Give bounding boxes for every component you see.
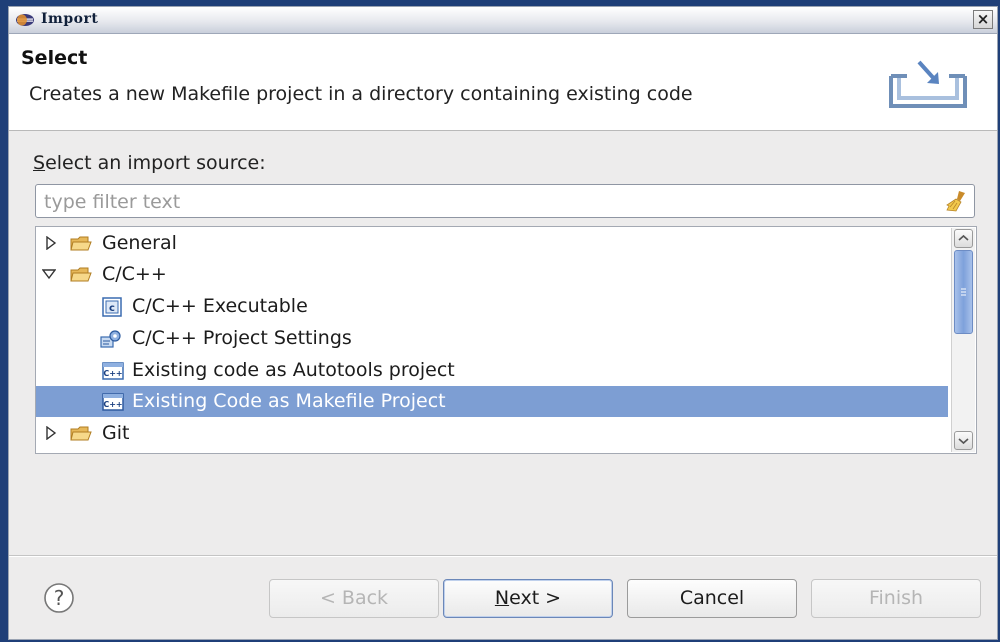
scroll-thumb[interactable]: [954, 250, 973, 334]
import-source-tree[interactable]: General C/C++ c C/C++ Executable C/C++ P…: [35, 226, 977, 454]
import-wizard-icon: [889, 60, 967, 108]
eclipse-icon: [16, 14, 34, 26]
svg-text:c: c: [109, 303, 115, 314]
window-title: Import: [41, 11, 99, 27]
expand-arrow-icon[interactable]: [44, 236, 58, 250]
button-bar-separator: [9, 555, 997, 557]
tree-item-cpp[interactable]: C/C++: [36, 259, 948, 290]
cancel-button[interactable]: Cancel: [627, 579, 797, 618]
close-button[interactable]: ×: [973, 10, 993, 29]
project-settings-icon: [100, 330, 121, 348]
tree-item-makefile-project[interactable]: C++ Existing Code as Makefile Project: [36, 386, 948, 417]
tree-item-autotools-project[interactable]: C++ Existing code as Autotools project: [36, 355, 948, 386]
chevron-up-icon: [958, 234, 969, 241]
c-executable-icon: c: [102, 297, 122, 317]
clear-filter-icon[interactable]: [944, 189, 968, 213]
tree-item-project-settings[interactable]: C/C++ Project Settings: [36, 323, 948, 354]
help-icon: ?: [54, 586, 65, 610]
tree-item-label: Existing Code as Makefile Project: [132, 390, 446, 412]
cpp-project-icon: C++: [102, 362, 124, 380]
chevron-down-icon: [958, 438, 969, 445]
page-description: Creates a new Makefile project in a dire…: [29, 83, 693, 105]
collapse-arrow-icon[interactable]: [42, 267, 56, 281]
tree-item-label: C/C++ Project Settings: [132, 327, 352, 349]
folder-icon: [70, 267, 92, 282]
cpp-project-icon: C++: [102, 393, 124, 411]
grip-icon: [961, 288, 966, 296]
import-source-label: Select an import source:: [33, 152, 266, 174]
scroll-up-button[interactable]: [954, 229, 973, 248]
tree-item-git[interactable]: Git: [36, 418, 948, 449]
import-dialog: Import × Select Creates a new Makefile p…: [8, 6, 998, 640]
filter-field[interactable]: [35, 184, 975, 218]
finish-button[interactable]: Finish: [811, 579, 981, 618]
tree-item-label: C/C++ Executable: [132, 295, 308, 317]
tree-item-general[interactable]: General: [36, 228, 948, 259]
next-label: ext >: [509, 587, 562, 609]
help-button[interactable]: ?: [43, 582, 75, 614]
svg-text:C++: C++: [103, 369, 122, 378]
next-button[interactable]: Next >: [443, 579, 613, 618]
back-button[interactable]: < Back: [269, 579, 439, 618]
tree-item-label: Git: [102, 422, 130, 444]
title-bar[interactable]: Import ×: [9, 7, 997, 34]
tree-item-label: Existing code as Autotools project: [132, 359, 455, 381]
tree-item-label: C/C++: [102, 263, 167, 285]
tree-item-label: General: [102, 232, 177, 254]
svg-text:C++: C++: [103, 400, 122, 409]
filter-input[interactable]: [42, 188, 926, 216]
tree-item-cpp-executable[interactable]: c C/C++ Executable: [36, 291, 948, 322]
expand-arrow-icon[interactable]: [44, 426, 58, 440]
wizard-banner: Select Creates a new Makefile project in…: [9, 34, 997, 131]
page-title: Select: [21, 47, 88, 69]
folder-icon: [70, 236, 92, 251]
scroll-down-button[interactable]: [954, 431, 973, 450]
folder-icon: [70, 426, 92, 441]
next-mnemonic: N: [494, 587, 510, 609]
tree-scrollbar[interactable]: [951, 228, 975, 452]
label-mnemonic: S: [33, 152, 46, 174]
label-text: elect an import source:: [45, 152, 266, 174]
